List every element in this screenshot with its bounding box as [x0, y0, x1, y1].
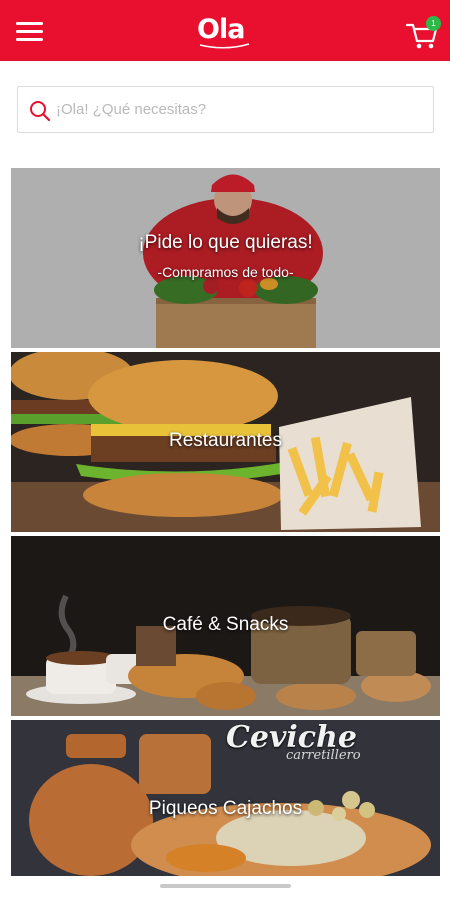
search-bar[interactable]	[17, 86, 434, 133]
category-card-restaurants[interactable]: Restaurantes	[11, 352, 440, 532]
app-logo[interactable]: Ola	[197, 14, 255, 50]
home-indicator[interactable]	[160, 884, 291, 888]
category-label: Restaurantes	[168, 430, 282, 451]
logo-swoosh	[199, 43, 250, 49]
category-label: Café & Snacks	[162, 614, 289, 635]
category-subtitle: -Compramos de todo-	[157, 264, 294, 280]
search-icon	[30, 101, 51, 122]
ceviche-sign: Ceviche carretillero	[226, 722, 426, 764]
delivery-person-image	[11, 168, 440, 348]
cart-count-badge: 1	[426, 16, 441, 31]
category-card-piqueos-cajachos[interactable]: Ceviche carretillero Piqueos Cajachos	[11, 720, 440, 876]
app-header: Ola 1	[0, 0, 450, 61]
ceviche-sign-subtitle: carretillero	[286, 748, 361, 763]
category-label: ¡Pide lo que quieras!	[138, 232, 313, 253]
category-label: Piqueos Cajachos	[148, 798, 303, 819]
search-input[interactable]	[56, 88, 426, 131]
category-card-anything[interactable]: ¡Pide lo que quieras! -Compramos de todo…	[11, 168, 440, 348]
hamburger-menu-icon[interactable]	[16, 22, 46, 44]
category-card-cafe-snacks[interactable]: Café & Snacks	[11, 536, 440, 716]
